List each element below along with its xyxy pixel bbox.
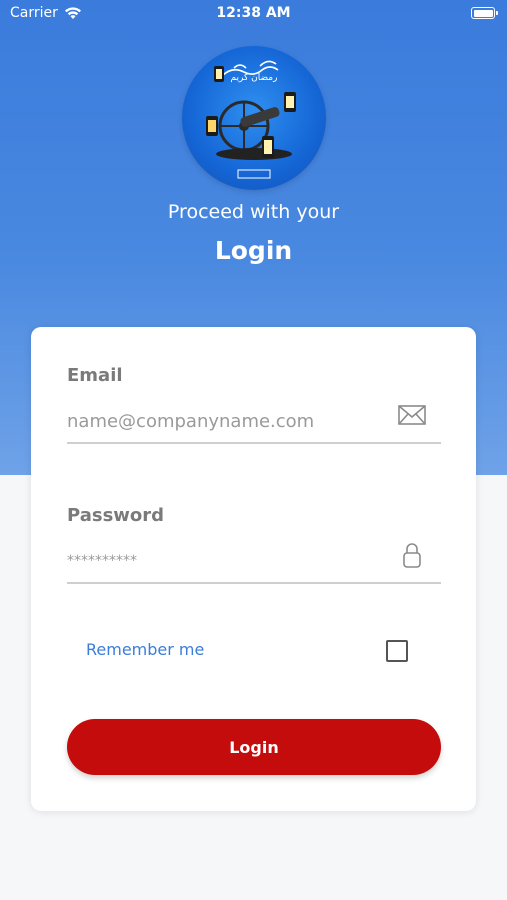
- battery-icon: [471, 7, 498, 19]
- login-button[interactable]: Login: [67, 719, 441, 775]
- remember-me-checkbox[interactable]: [386, 640, 408, 662]
- status-bar: Carrier 12:38 AM: [0, 0, 507, 28]
- status-time: 12:38 AM: [216, 5, 291, 21]
- login-subtitle: Proceed with your: [167, 201, 340, 223]
- envelope-icon: [398, 405, 426, 425]
- lantern-cannon-illustration: رمضان كريم: [206, 60, 296, 179]
- app-logo: رمضان كريم: [182, 46, 326, 190]
- password-field[interactable]: [67, 540, 441, 584]
- login-card: Email Password Remember me Login: [31, 327, 476, 811]
- email-label: Email: [67, 365, 123, 386]
- logo-calligraphy: رمضان كريم: [231, 73, 278, 83]
- email-field[interactable]: [67, 400, 441, 444]
- remember-me-label[interactable]: Remember me: [86, 640, 204, 659]
- lock-icon: [403, 543, 421, 568]
- login-title: Login: [214, 236, 293, 265]
- password-label: Password: [67, 505, 165, 526]
